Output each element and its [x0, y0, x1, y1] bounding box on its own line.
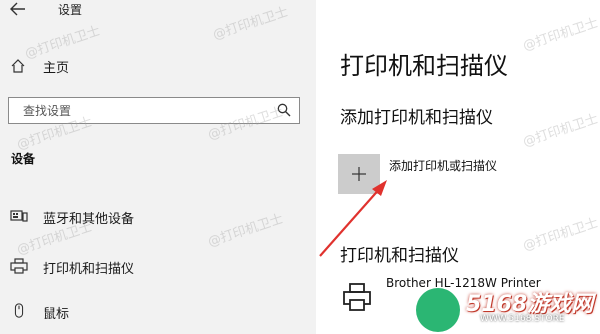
- sidebar-item-printers[interactable]: 打印机和扫描仪: [0, 252, 316, 282]
- plus-icon: [352, 167, 366, 181]
- home-icon: [11, 59, 25, 73]
- page-title: 打印机和扫描仪: [340, 52, 508, 80]
- sidebar-item-label: 打印机和扫描仪: [43, 262, 135, 277]
- printers-list-heading: 打印机和扫描仪: [340, 246, 459, 266]
- mouse-icon: [14, 303, 24, 318]
- add-printer-label[interactable]: 添加打印机或扫描仪: [389, 157, 497, 174]
- nav-home[interactable]: 主页: [43, 57, 69, 76]
- back-arrow-icon[interactable]: [8, 0, 28, 18]
- section-heading-devices: 设备: [11, 152, 36, 166]
- sidebar-item-mouse[interactable]: 鼠标: [0, 298, 316, 328]
- site-logo-badge: 5168游戏网 WWW.5168.STORE: [412, 282, 600, 334]
- add-section-heading: 添加打印机和扫描仪: [340, 108, 493, 128]
- site-logo-icon: [416, 288, 460, 332]
- printer-icon: [343, 283, 371, 311]
- sidebar-item-label: 鼠标: [43, 307, 70, 322]
- site-logo-url: WWW.5168.STORE: [480, 314, 565, 324]
- add-printer-button[interactable]: [338, 154, 380, 194]
- window-title: 设置: [58, 3, 83, 17]
- printer-icon: [10, 258, 28, 274]
- bluetooth-devices-icon: [10, 210, 28, 222]
